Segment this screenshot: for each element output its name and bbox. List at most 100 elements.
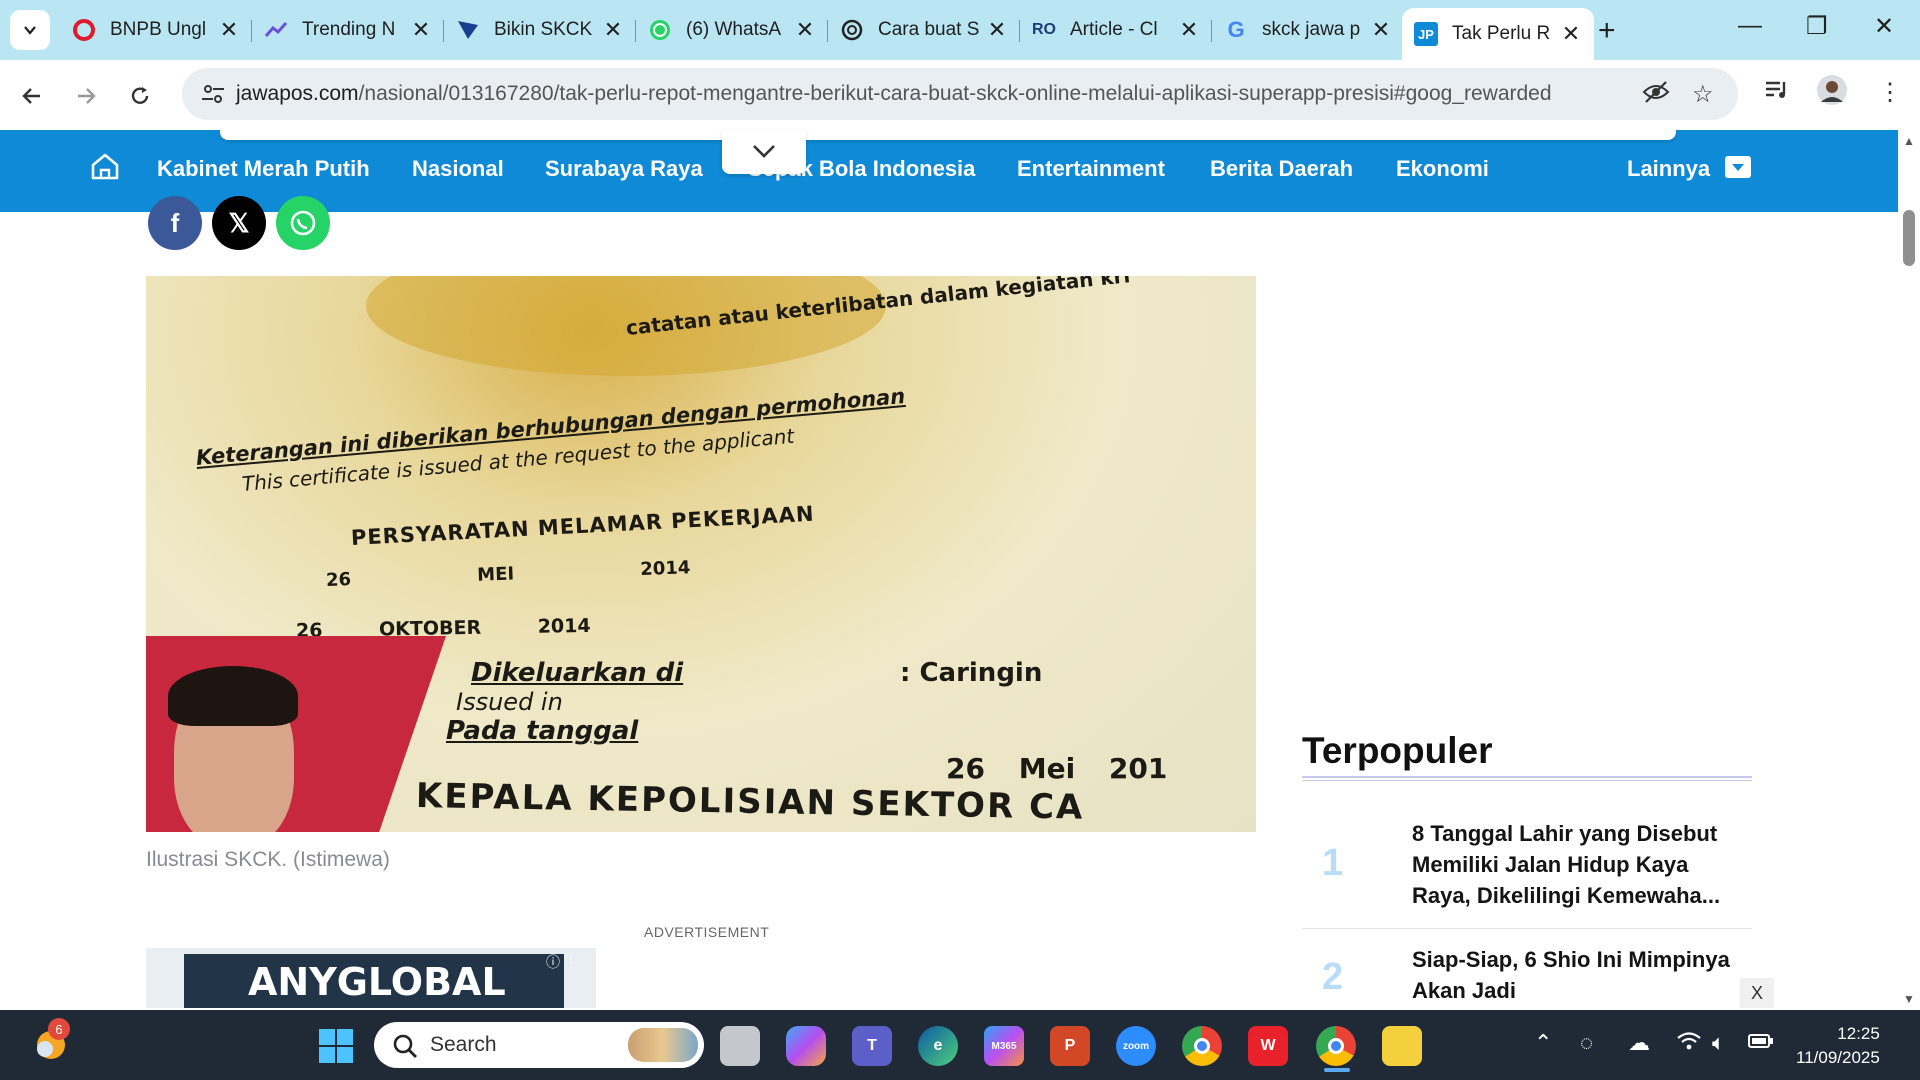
close-tab-icon[interactable]: ✕ [602,17,624,43]
applicant-hair [168,666,298,726]
edge-icon[interactable]: e [918,1026,958,1066]
tab-title: Tak Perlu R [1452,23,1551,44]
reload-button[interactable] [122,78,158,114]
m365-icon[interactable]: M365 [984,1026,1024,1066]
close-tab-icon[interactable]: ✕ [1560,21,1582,47]
volume-icon[interactable]: 🔈︎ [1712,1030,1725,1056]
url-path: /nasional/013167280/tak-perlu-repot-meng… [358,82,1552,105]
restore-button[interactable]: ❐ [1806,12,1828,41]
tab-strip: BNPB Ungl ✕ Trending N ✕ Bikin SKCK ✕ (6… [0,0,1920,60]
ad-info-icon[interactable]: ⓘ ⋮ [546,952,578,972]
battery-icon[interactable] [1748,1030,1774,1056]
task-view-icon[interactable] [720,1026,760,1066]
popular-headline[interactable]: 8 Tanggal Lahir yang Disebut Memiliki Ja… [1412,818,1732,911]
minimize-button[interactable]: — [1738,12,1762,40]
forward-button[interactable] [68,78,104,114]
clock-date: 11/09/2025 [1796,1048,1880,1067]
doc-text: Pada tanggal [446,716,639,746]
close-tab-icon[interactable]: ✕ [794,17,816,43]
browser-toolbar: jawapos.com/nasional/013167280/tak-perlu… [0,60,1920,130]
tab-search-button[interactable] [10,10,50,50]
site-navigation-bar: Kabinet Merah Putih Nasional Surabaya Ra… [0,130,1898,212]
tab-title: skck jawa p [1262,19,1361,40]
search-highlight-image [628,1028,698,1062]
taskbar-search-box[interactable]: Search [374,1022,704,1068]
wps-office-icon[interactable]: W [1248,1026,1288,1066]
nav-item-nasional[interactable]: Nasional [412,156,504,182]
new-tab-button[interactable]: + [1598,14,1616,48]
close-tab-icon[interactable]: ✕ [986,17,1008,43]
whatsapp-share-icon[interactable] [276,196,330,250]
ad-text: ANYGLOBAL [248,960,506,1004]
caret-down-icon[interactable] [1725,156,1751,178]
scrollbar-thumb[interactable] [1903,210,1915,266]
address-bar[interactable]: jawapos.com/nasional/013167280/tak-perlu… [182,68,1738,120]
facebook-share-icon[interactable]: f [148,196,202,250]
page-scrollbar[interactable]: ▲ ▼ [1898,130,1920,1010]
sticky-notes-icon[interactable] [1382,1026,1422,1066]
media-control-icon[interactable] [1764,78,1792,109]
close-tab-icon[interactable]: ✕ [1178,17,1200,43]
chevron-down-icon [753,145,775,158]
close-tab-icon[interactable]: ✕ [410,17,432,43]
tab-chatgpt[interactable]: Cara buat S ✕ [828,8,1020,52]
copilot-icon[interactable] [786,1026,826,1066]
kite-icon [456,18,480,42]
image-caption: Ilustrasi SKCK. (Istimewa) [146,848,390,871]
nav-item-entertainment[interactable]: Entertainment [1017,156,1165,182]
system-clock[interactable]: 12:25 11/09/2025 [1796,1022,1880,1070]
expand-overlay-button[interactable] [722,130,806,174]
google-icon: G [1227,17,1245,42]
back-arrow-icon [22,88,40,104]
url-text[interactable]: jawapos.com/nasional/013167280/tak-perlu… [236,82,1552,106]
vpn-icon[interactable]: ◌ [1580,1030,1593,1056]
tab-active-jawapos[interactable]: JP Tak Perlu R ✕ [1402,8,1594,60]
bookmark-star-icon[interactable]: ☆ [1692,80,1714,109]
wifi-icon[interactable] [1676,1030,1702,1058]
tab-whatsapp[interactable]: (6) WhatsA ✕ [636,8,828,52]
chatgpt-icon [840,18,864,42]
nav-item-lainnya[interactable]: Lainnya [1627,156,1710,182]
powerpoint-icon[interactable]: P [1050,1026,1090,1066]
close-window-button[interactable]: ✕ [1874,12,1894,41]
scroll-up-arrow-icon[interactable]: ▲ [1903,134,1915,148]
popular-headline[interactable]: Siap-Siap, 6 Shio Ini Mimpinya Akan Jadi [1412,944,1732,1006]
advertisement-banner[interactable]: ANYGLOBAL ⓘ ⋮ [146,948,596,1008]
zoom-icon[interactable]: zoom [1116,1026,1156,1066]
tab-trending[interactable]: Trending N ✕ [252,8,444,52]
nav-item-berita-daerah[interactable]: Berita Daerah [1210,156,1353,182]
chrome-icon[interactable] [1182,1026,1222,1066]
back-button[interactable] [14,78,50,114]
tab-google-search[interactable]: G skck jawa p ✕ [1212,8,1404,52]
onedrive-icon[interactable]: ☁ [1628,1030,1650,1056]
ad-content[interactable]: ANYGLOBAL [184,954,564,1008]
active-app-indicator [1324,1068,1350,1072]
doc-text: Issued in [456,688,563,716]
close-tab-icon[interactable]: ✕ [218,17,240,43]
close-tab-icon[interactable]: ✕ [1370,17,1392,43]
sidebar-title: Terpopuler [1302,730,1493,771]
close-ad-button[interactable]: X [1740,978,1774,1008]
x-share-icon[interactable]: 𝕏 [212,196,266,250]
forward-arrow-icon [78,88,96,104]
windows-start-icon[interactable] [316,1026,356,1066]
site-settings-icon[interactable] [200,81,226,107]
tab-title: Article - Cl [1070,19,1158,40]
tab-bikin-skck[interactable]: Bikin SKCK ✕ [444,8,636,52]
chrome-active-icon[interactable] [1316,1026,1356,1066]
popular-rank: 1 [1322,842,1344,884]
scroll-down-arrow-icon[interactable]: ▼ [1903,992,1915,1006]
nav-item-ekonomi[interactable]: Ekonomi [1396,156,1489,182]
nav-item-kabinet-merah-putih[interactable]: Kabinet Merah Putih [157,156,370,182]
show-hidden-icons-icon[interactable]: ⌃ [1534,1030,1552,1056]
eye-off-icon[interactable] [1642,80,1670,111]
home-icon[interactable] [90,152,120,185]
menu-kebab-icon[interactable]: ⋮ [1878,78,1902,107]
article-hero-image: catatan atau keterlibatan dalam kegiatan… [146,276,1256,832]
teams-icon[interactable]: T [852,1026,892,1066]
tab-article[interactable]: RO Article - Cl ✕ [1020,8,1212,52]
tab-bnpb[interactable]: BNPB Ungl ✕ [60,8,252,52]
tab-title: Cara buat S [878,19,980,40]
nav-item-surabaya-raya[interactable]: Surabaya Raya [545,156,703,182]
profile-avatar[interactable] [1816,74,1848,113]
